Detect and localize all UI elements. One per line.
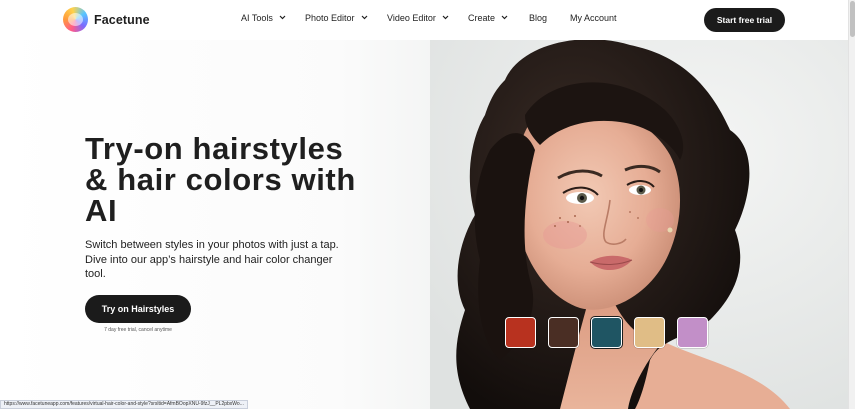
hero-portrait-image xyxy=(430,40,848,409)
brand-name: Facetune xyxy=(94,12,150,27)
try-on-hairstyles-button[interactable]: Try on Hairstyles xyxy=(85,295,191,323)
hero-subtitle: Switch between styles in your photos wit… xyxy=(85,239,339,280)
page-scrollbar[interactable] xyxy=(848,0,855,409)
facetune-logo[interactable]: Facetune xyxy=(63,7,150,32)
nav-photo-editor[interactable]: Photo Editor xyxy=(305,13,367,23)
nav-ai-tools-label: AI Tools xyxy=(241,13,273,23)
scrollbar-thumb[interactable] xyxy=(850,1,855,37)
swatch-lavender[interactable] xyxy=(677,317,708,348)
nav-video-editor[interactable]: Video Editor xyxy=(387,13,449,23)
nav-video-editor-label: Video Editor xyxy=(387,13,436,23)
nav-my-account-label: My Account xyxy=(570,13,617,23)
link-status-bar: https://www.facetuneapp.com/features/vir… xyxy=(0,400,248,409)
nav-create[interactable]: Create xyxy=(468,13,508,23)
nav-blog[interactable]: Blog xyxy=(529,13,547,23)
start-free-trial-button[interactable]: Start free trial xyxy=(704,8,785,32)
nav-my-account[interactable]: My Account xyxy=(570,13,617,23)
nav-blog-label: Blog xyxy=(529,13,548,23)
browser-viewport: Facetune AI Tools Photo Editor Video Edi… xyxy=(0,0,848,409)
nav-create-label: Create xyxy=(468,13,496,23)
hero-title: Try-on hairstyles & hair colors with AI xyxy=(85,133,385,226)
nav-photo-editor-label: Photo Editor xyxy=(305,13,355,23)
swatch-teal[interactable] xyxy=(591,317,622,348)
site-header: Facetune AI Tools Photo Editor Video Edi… xyxy=(0,0,848,40)
hero-section: Try-on hairstyles & hair colors with AI … xyxy=(0,40,848,409)
hero-title-line-3: AI xyxy=(85,193,118,228)
chevron-down-icon xyxy=(279,15,286,21)
swatch-blonde[interactable] xyxy=(634,317,665,348)
hero-title-line-1: Try-on hairstyles xyxy=(85,131,344,166)
trial-note: 7 day free trial, cancel anytime xyxy=(104,327,172,333)
hero-title-line-2: & hair colors with xyxy=(85,162,356,197)
nav-ai-tools[interactable]: AI Tools xyxy=(241,13,286,23)
chevron-down-icon xyxy=(501,15,508,21)
swatch-red[interactable] xyxy=(505,317,536,348)
facetune-logo-icon xyxy=(63,7,88,32)
swatch-brown[interactable] xyxy=(548,317,579,348)
chevron-down-icon xyxy=(361,15,367,21)
hair-color-swatches xyxy=(505,317,708,348)
chevron-down-icon xyxy=(442,15,449,21)
